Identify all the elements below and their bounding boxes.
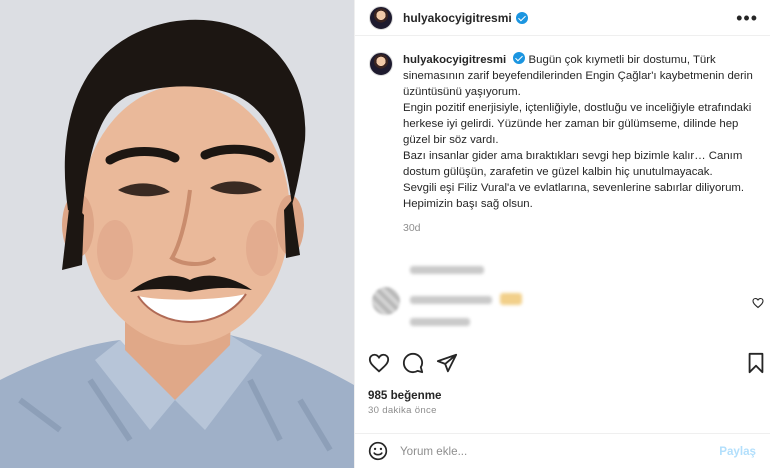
emoji-icon[interactable] [368, 441, 388, 461]
post-comment-button[interactable]: Paylaş [719, 445, 756, 458]
post-time-ago[interactable]: 30 dakika önce [368, 405, 437, 416]
caption-verified-badge-icon [513, 52, 526, 64]
heart-icon[interactable] [368, 352, 390, 374]
blurred-commenter-name [410, 296, 492, 304]
caption-username[interactable]: hulyakocyigitresmi [403, 54, 506, 66]
blurred-emoji [500, 293, 522, 305]
caption-author-avatar[interactable] [369, 52, 393, 76]
more-horizontal-icon[interactable]: ••• [736, 9, 758, 27]
comment-icon[interactable] [402, 352, 424, 374]
comment-input[interactable]: Yorum ekle... [400, 445, 467, 458]
instagram-post: hulyakocyigitresmi ••• hulyakocyigitresm… [0, 0, 770, 468]
blurred-comment-meta [410, 318, 470, 326]
verified-badge-icon [515, 11, 528, 24]
portrait-illustration [0, 0, 354, 468]
likes-count[interactable]: 985 beğenme [368, 389, 441, 402]
author-avatar[interactable] [369, 5, 393, 30]
caption-line-4: Sevgili eşi Filiz Vural'a ve evlatlarına… [403, 182, 745, 210]
caption-text: hulyakocyigitresmi Bugün çok kıymetli bi… [403, 52, 756, 212]
post-photo[interactable] [0, 0, 354, 468]
caption-timestamp[interactable]: 30d [403, 222, 756, 234]
bookmark-icon[interactable] [746, 352, 766, 374]
blurred-comment-text [410, 266, 484, 274]
comment-like-heart-icon[interactable] [752, 297, 764, 309]
post-header: hulyakocyigitresmi ••• [355, 0, 770, 36]
share-icon[interactable] [436, 352, 458, 374]
caption-area: hulyakocyigitresmi Bugün çok kıymetli bi… [369, 52, 756, 234]
action-bar [368, 352, 768, 376]
caption-line-2: Engin pozitif enerjisiyle, içtenliğiyle,… [403, 102, 752, 146]
blurred-commenter-avatar [372, 287, 400, 315]
comment-bar: Yorum ekle... Paylaş [354, 433, 770, 468]
caption-line-3: Bazı insanlar gider ama bıraktıkları sev… [403, 150, 743, 178]
author-username[interactable]: hulyakocyigitresmi [403, 11, 512, 25]
